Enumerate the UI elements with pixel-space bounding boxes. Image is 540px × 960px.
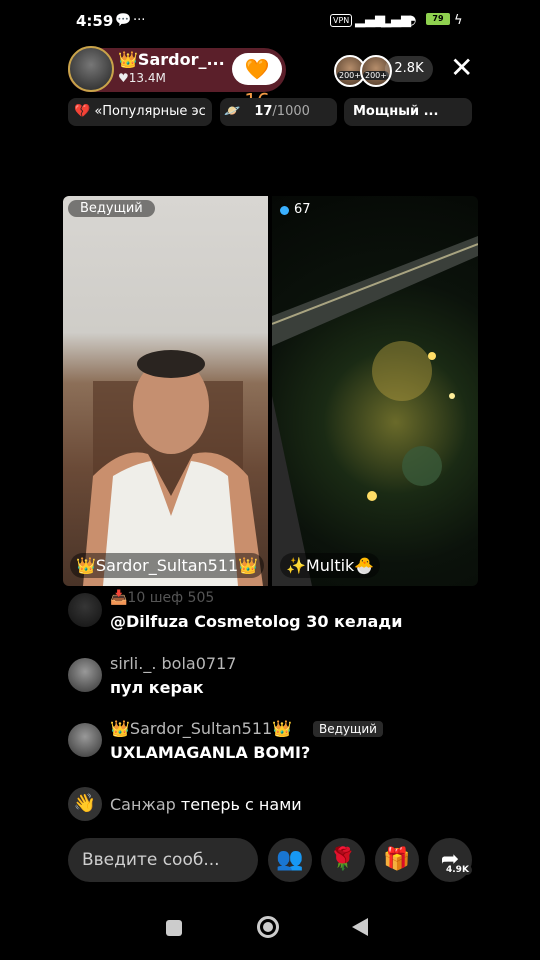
comment-avatar[interactable]	[68, 658, 102, 692]
back-icon[interactable]	[352, 918, 368, 936]
wave-hand-icon: 👋	[68, 787, 102, 821]
share-icon[interactable]: ➦	[428, 838, 472, 882]
comment-avatar[interactable]	[68, 593, 102, 627]
host-avatar[interactable]	[68, 46, 114, 92]
wifi-icon: ◔	[405, 13, 417, 28]
host-name-label[interactable]: 👑Sardor_Sultan511👑	[70, 553, 265, 578]
comment-avatar[interactable]	[68, 723, 102, 757]
comment-input[interactable]: Введите сооб...	[68, 838, 258, 882]
vpn-icon: VPN	[330, 14, 353, 27]
gift-icon[interactable]: 🎁	[375, 838, 419, 882]
planet-icon: 🪐	[224, 104, 241, 119]
host-badge: Ведущий	[313, 721, 383, 737]
rose-icon[interactable]: 🌹	[321, 838, 365, 882]
join-message: Санжар теперь с нами	[110, 795, 302, 814]
battery-icon: 79	[426, 13, 450, 25]
status-time: 4:59	[76, 12, 114, 30]
recent-apps-icon[interactable]	[166, 920, 182, 936]
join-text: теперь с нами	[180, 795, 302, 814]
guest-video-panel[interactable]	[272, 196, 478, 586]
join-user[interactable]: Санжар	[110, 795, 176, 814]
comment-text: UXLAMAGANLA BOMI?	[110, 743, 311, 762]
charging-icon: ϟ	[454, 13, 463, 28]
host-likes: ♥13.4M	[118, 71, 166, 85]
viewer-dot-icon	[280, 206, 289, 215]
host-video-image	[83, 350, 263, 586]
close-icon[interactable]: ✕	[450, 52, 473, 84]
viewer-count[interactable]: 2.8K	[385, 56, 433, 82]
guest-video-image	[272, 236, 478, 586]
popular-ranking-chip[interactable]: 💔 «Популярные эс	[68, 98, 212, 126]
comment-user[interactable]: 📥10 шеф 505	[110, 590, 214, 606]
comment-user[interactable]: sirli._. bola0717	[110, 654, 236, 673]
goal-current: 17	[254, 104, 273, 119]
goal-chip[interactable]: 🪐 17/1000	[220, 98, 337, 126]
guest-viewer-count: 67	[294, 202, 311, 217]
host-tag: Ведущий	[68, 200, 155, 217]
more-notifications-icon: ···	[133, 13, 146, 28]
host-name[interactable]: 👑Sardor_...	[118, 50, 225, 69]
goal-total: /1000	[272, 104, 310, 119]
chat-notification-icon: 💬	[115, 13, 132, 28]
comment-text: @Dilfuza Cosmetolog 30 келади	[110, 612, 403, 631]
home-icon-inner	[263, 922, 273, 932]
power-chip[interactable]: Мощный ...	[344, 98, 472, 126]
comment-user[interactable]: 👑Sardor_Sultan511👑	[110, 719, 292, 738]
guest-name-label[interactable]: ✨Multik🐣	[280, 553, 381, 578]
follow-button[interactable]: 🧡16	[232, 53, 282, 113]
guests-icon[interactable]: 👥	[268, 838, 312, 882]
share-count: 4.9K	[443, 865, 472, 875]
popular-ranking-label: 💔 «Популярные эс	[74, 104, 206, 119]
power-chip-label: Мощный ...	[353, 104, 439, 119]
comment-text: пул керак	[110, 678, 204, 697]
host-video-panel[interactable]	[63, 196, 268, 586]
